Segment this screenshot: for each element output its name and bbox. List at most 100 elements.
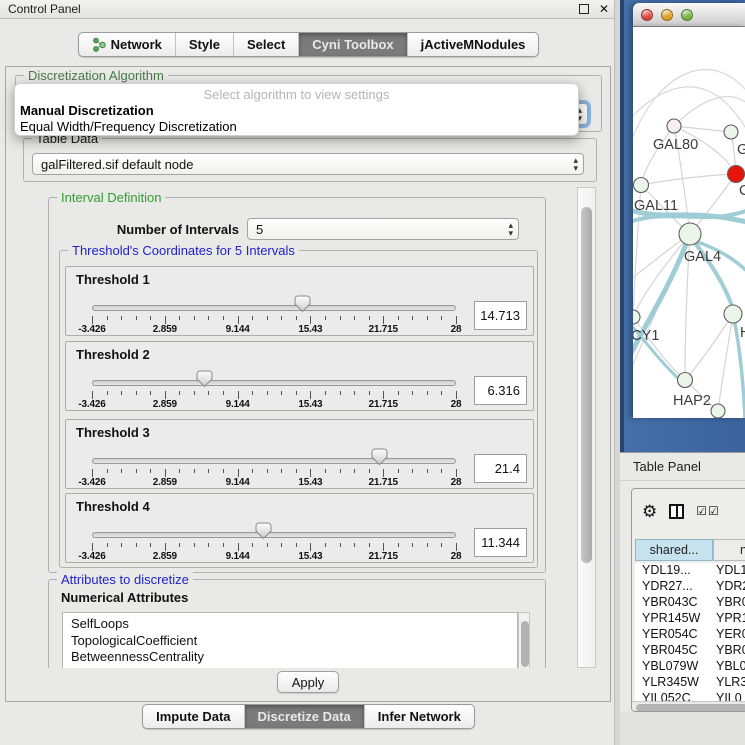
cell-shared-name[interactable]: YIL052C bbox=[635, 691, 710, 701]
table-row[interactable]: YPR145WYPR1 bbox=[635, 611, 745, 627]
attribute-list-item[interactable]: TopologicalCoefficient bbox=[63, 633, 517, 650]
split-pane-icon[interactable] bbox=[669, 504, 684, 519]
tab-discretize-data[interactable]: Discretize Data bbox=[244, 705, 364, 728]
network-node[interactable] bbox=[724, 305, 742, 323]
tab-cyni-toolbox[interactable]: Cyni Toolbox bbox=[298, 33, 406, 56]
threshold-value-field[interactable]: 21.4 bbox=[474, 454, 527, 483]
network-edge[interactable] bbox=[641, 174, 736, 185]
scrollbar-thumb[interactable] bbox=[581, 207, 592, 563]
numerical-attributes-list[interactable]: SelfLoopsTopologicalCoefficientBetweenne… bbox=[62, 612, 518, 668]
cell-name[interactable]: YBR0 bbox=[710, 595, 745, 611]
table-data-combobox[interactable]: galFiltered.sif default node ▴▾ bbox=[32, 153, 584, 175]
column-header-name[interactable]: n bbox=[713, 539, 745, 561]
window-close-icon[interactable] bbox=[641, 9, 653, 21]
network-node[interactable] bbox=[678, 373, 693, 388]
slider-tick bbox=[136, 543, 137, 547]
threshold-slider[interactable]: -3.4262.8599.14415.4321.71528 bbox=[66, 342, 471, 412]
slider-tick bbox=[310, 391, 311, 399]
algorithm-option-equal-width[interactable]: Equal Width/Frequency Discretization bbox=[20, 119, 237, 134]
network-canvas[interactable]: GAL80GACGAL11GAL4GCY1HHAP2 bbox=[633, 27, 745, 418]
float-panel-icon[interactable] bbox=[579, 4, 589, 14]
scrollbar-thumb[interactable] bbox=[521, 621, 529, 667]
apply-button[interactable]: Apply bbox=[277, 671, 339, 693]
cell-name[interactable]: YDR2 bbox=[710, 579, 745, 595]
network-edge[interactable] bbox=[633, 234, 690, 317]
network-node[interactable] bbox=[724, 125, 738, 139]
network-edge[interactable] bbox=[633, 317, 685, 380]
slider-tick bbox=[310, 543, 311, 551]
attribute-list-item[interactable]: SelfLoops bbox=[63, 616, 517, 633]
tab-infer-network[interactable]: Infer Network bbox=[364, 705, 474, 728]
network-edge[interactable] bbox=[674, 126, 731, 132]
cell-name[interactable]: YDL1 bbox=[710, 563, 745, 579]
tab-network[interactable]: Network bbox=[79, 33, 175, 56]
network-window-titlebar[interactable] bbox=[633, 3, 745, 27]
tab-impute-data[interactable]: Impute Data bbox=[143, 705, 243, 728]
cell-name[interactable]: YBL0 bbox=[710, 659, 745, 675]
cell-name[interactable]: YLR3 bbox=[710, 675, 745, 691]
table-row[interactable]: YDR27...YDR2 bbox=[635, 579, 745, 595]
cell-name[interactable]: YIL0 bbox=[710, 691, 742, 701]
table-row[interactable]: YDL19...YDL1 bbox=[635, 563, 745, 579]
cell-name[interactable]: YER0 bbox=[710, 627, 745, 643]
attribute-list-item[interactable]: BetweennessCentrality bbox=[63, 649, 517, 666]
cell-shared-name[interactable]: YER054C bbox=[635, 627, 710, 643]
network-edge[interactable] bbox=[685, 314, 733, 380]
slider-track[interactable] bbox=[92, 458, 456, 464]
network-node[interactable] bbox=[728, 166, 745, 183]
network-edge[interactable] bbox=[633, 87, 745, 127]
cell-name[interactable]: YBR0 bbox=[710, 643, 745, 659]
settings-scrollbar[interactable] bbox=[577, 187, 596, 668]
network-node[interactable] bbox=[633, 310, 640, 324]
slider-thumb[interactable] bbox=[196, 370, 213, 388]
tab-select[interactable]: Select bbox=[233, 33, 298, 56]
attributes-list-scrollbar[interactable] bbox=[518, 612, 530, 668]
number-of-intervals-combobox[interactable]: 5 ▴▾ bbox=[247, 218, 519, 240]
cell-shared-name[interactable]: YBL079W bbox=[635, 659, 710, 675]
slider-track[interactable] bbox=[92, 532, 456, 538]
threshold-value-field[interactable]: 14.713 bbox=[474, 301, 527, 330]
table-row[interactable]: YLR345WYLR3 bbox=[635, 675, 745, 691]
gear-icon[interactable]: ⚙ bbox=[642, 503, 657, 520]
slider-track[interactable] bbox=[92, 305, 456, 311]
checkbox-icons[interactable]: ☑☑ bbox=[696, 504, 720, 518]
cell-shared-name[interactable]: YDR27... bbox=[635, 579, 710, 595]
threshold-value-field[interactable]: 11.344 bbox=[474, 528, 527, 557]
table-h-scrollbar[interactable] bbox=[632, 701, 745, 712]
network-edge[interactable] bbox=[718, 314, 733, 411]
scrollbar-thumb[interactable] bbox=[636, 704, 745, 712]
table-row[interactable]: YER054CYER0 bbox=[635, 627, 745, 643]
threshold-slider[interactable]: -3.4262.8599.14415.4321.71528 bbox=[66, 494, 471, 564]
cell-shared-name[interactable]: YPR145W bbox=[635, 611, 710, 627]
table-row[interactable]: YIL052CYIL0 bbox=[635, 691, 745, 701]
slider-tick bbox=[398, 391, 399, 395]
slider-track[interactable] bbox=[92, 380, 456, 386]
network-edge[interactable] bbox=[641, 126, 674, 185]
table-row[interactable]: YBR045CYBR0 bbox=[635, 643, 745, 659]
slider-thumb[interactable] bbox=[371, 448, 388, 466]
algorithm-option-manual[interactable]: Manual Discretization bbox=[20, 103, 154, 118]
threshold-slider[interactable]: -3.4262.8599.14415.4321.71528 bbox=[66, 420, 471, 490]
window-zoom-icon[interactable] bbox=[681, 9, 693, 21]
cell-shared-name[interactable]: YDL19... bbox=[635, 563, 710, 579]
threshold-slider[interactable]: -3.4262.8599.14415.4321.71528 bbox=[66, 267, 471, 337]
slider-thumb[interactable] bbox=[255, 522, 272, 540]
network-node[interactable] bbox=[667, 119, 681, 133]
slider-thumb[interactable] bbox=[294, 295, 311, 313]
cell-shared-name[interactable]: YBR043C bbox=[635, 595, 710, 611]
table-row[interactable]: YBL079WYBL0 bbox=[635, 659, 745, 675]
network-node[interactable] bbox=[711, 404, 725, 418]
cell-name[interactable]: YPR1 bbox=[710, 611, 745, 627]
column-header-shared-name[interactable]: shared... bbox=[635, 539, 713, 561]
network-node[interactable] bbox=[679, 223, 701, 245]
tab-style[interactable]: Style bbox=[175, 33, 233, 56]
close-icon[interactable]: ✕ bbox=[599, 4, 609, 14]
threshold-box: Threshold 2-3.4262.8599.14415.4321.71528… bbox=[65, 341, 534, 411]
table-row[interactable]: YBR043CYBR0 bbox=[635, 595, 745, 611]
network-node[interactable] bbox=[634, 178, 649, 193]
cell-shared-name[interactable]: YBR045C bbox=[635, 643, 710, 659]
threshold-value-field[interactable]: 6.316 bbox=[474, 376, 527, 405]
tab-jactivemnodules[interactable]: jActiveMNodules bbox=[407, 33, 539, 56]
cell-shared-name[interactable]: YLR345W bbox=[635, 675, 710, 691]
window-minimize-icon[interactable] bbox=[661, 9, 673, 21]
